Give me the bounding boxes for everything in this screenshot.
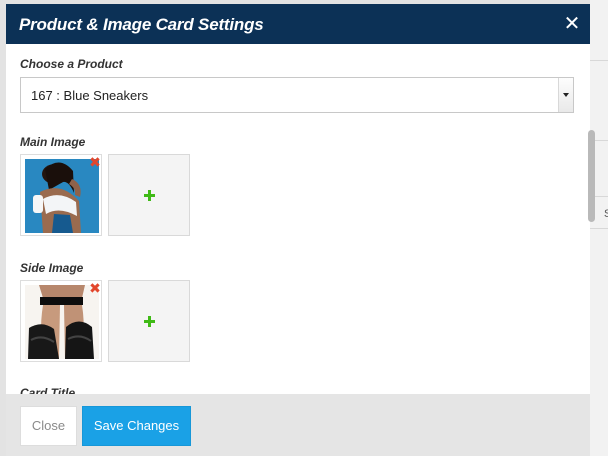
- side-image-thumbnail[interactable]: ✖: [20, 280, 102, 362]
- dialog-scrollbar[interactable]: [588, 130, 595, 222]
- close-icon[interactable]: ✕: [560, 12, 584, 36]
- product-select-value: 167 : Blue Sneakers: [31, 88, 149, 103]
- add-side-image-button[interactable]: [108, 280, 190, 362]
- backdrop-divider: [590, 228, 608, 229]
- choose-product-label: Choose a Product: [20, 57, 123, 71]
- close-button[interactable]: Close: [20, 406, 77, 446]
- product-select[interactable]: 167 : Blue Sneakers: [20, 77, 574, 113]
- plus-icon: [144, 190, 155, 201]
- remove-main-image-icon[interactable]: ✖: [88, 155, 102, 169]
- chevron-down-icon[interactable]: [558, 78, 573, 112]
- product-image-card-settings-dialog: Product & Image Card Settings ✕ Choose a…: [6, 4, 590, 456]
- backdrop-text: S: [604, 208, 608, 220]
- main-image-photo: [25, 159, 99, 233]
- remove-side-image-icon[interactable]: ✖: [88, 281, 102, 295]
- add-main-image-button[interactable]: [108, 154, 190, 236]
- save-changes-button[interactable]: Save Changes: [82, 406, 191, 446]
- dialog-body: Choose a Product 167 : Blue Sneakers Mai…: [6, 44, 590, 396]
- side-image-photo: [25, 285, 99, 359]
- dialog-footer: Close Save Changes: [6, 394, 590, 456]
- main-image-label: Main Image: [20, 135, 86, 149]
- plus-icon: [144, 316, 155, 327]
- side-image-label: Side Image: [20, 261, 84, 275]
- dialog-title: Product & Image Card Settings: [19, 15, 264, 34]
- main-image-thumbnail[interactable]: ✖: [20, 154, 102, 236]
- dialog-header: Product & Image Card Settings ✕: [6, 4, 590, 44]
- backdrop-divider: [590, 60, 608, 61]
